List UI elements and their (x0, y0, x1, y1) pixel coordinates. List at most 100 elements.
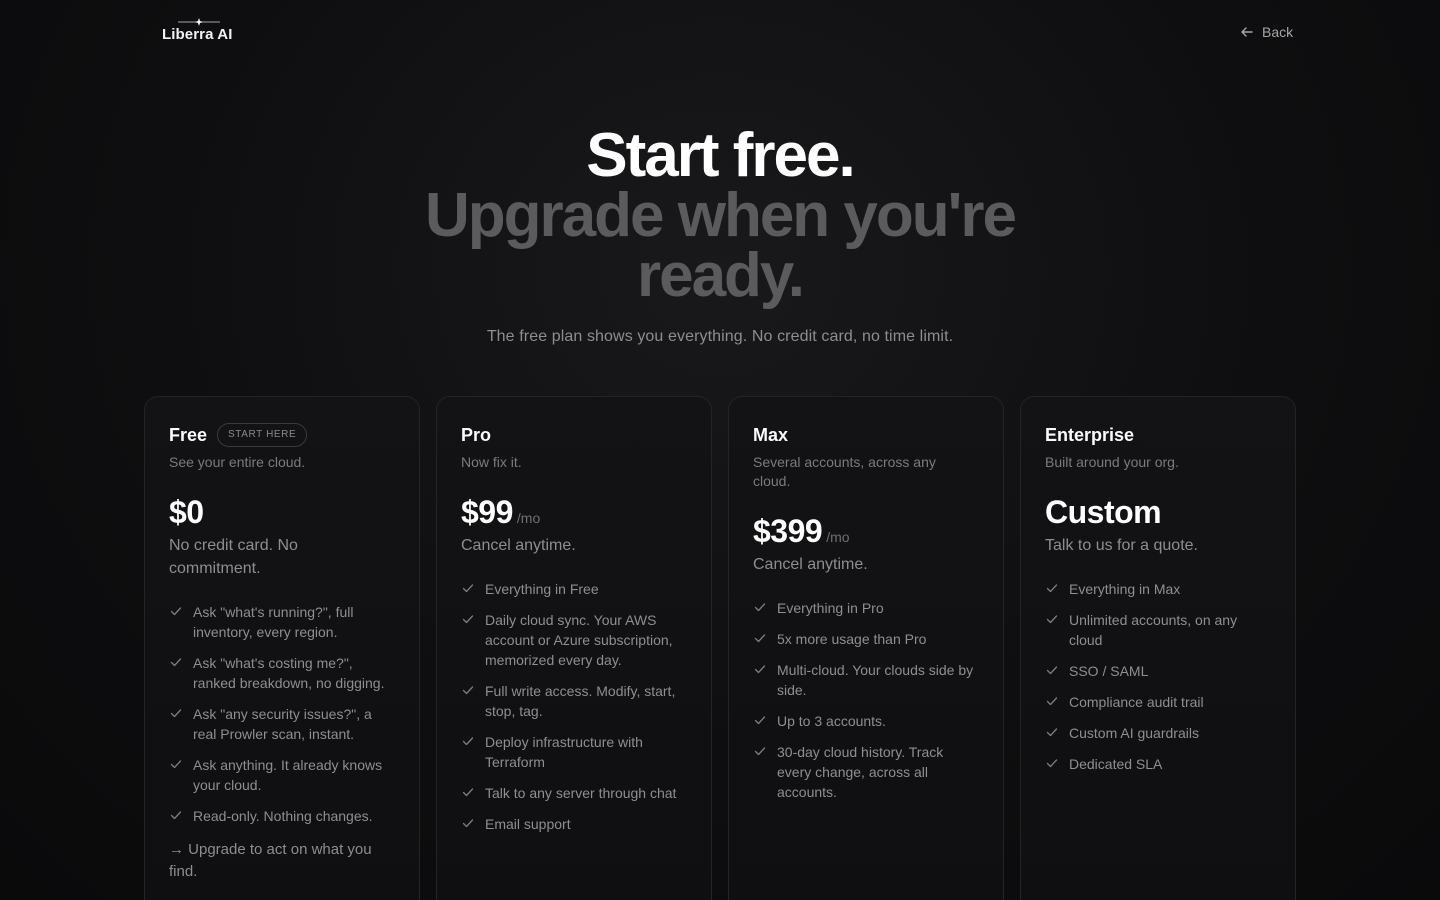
upgrade-note: → Upgrade to act on what you find. (169, 841, 372, 880)
plan-description: Built around your org. (1045, 454, 1179, 470)
title-line-2: Upgrade when you're ready. (425, 181, 1017, 310)
page-title: Start free. Upgrade when you're ready. (0, 121, 1440, 310)
check-icon (754, 634, 766, 643)
feature-text: Multi-cloud. Your clouds side by side. (777, 662, 974, 698)
check-icon (462, 686, 474, 695)
brand-logo[interactable]: Liberra AI (162, 18, 242, 44)
feature-item: Up to 3 accounts. (753, 711, 979, 731)
price-period: /mo (516, 510, 541, 526)
feature-text: Ask "what's running?", full inventory, e… (193, 604, 354, 640)
feature-list: Everything in Free Daily cloud sync. Your… (461, 579, 687, 834)
feature-item: Deploy infrastructure with Terraform (461, 732, 687, 772)
feature-text: Everything in Pro (777, 600, 884, 616)
feature-item: Ask anything. It already knows your clou… (169, 755, 395, 795)
check-icon (1046, 584, 1058, 593)
plan-card-pro[interactable]: Pro Now fix it. $99 /mo Cancel anytime. … (436, 396, 712, 900)
feature-item: Multi-cloud. Your clouds side by side. (753, 660, 979, 700)
price-note: Cancel anytime. (753, 556, 868, 573)
plan-price: $0 (169, 494, 204, 530)
plan-card-enterprise[interactable]: Enterprise Built around your org. Custom… (1020, 396, 1296, 900)
check-icon (170, 709, 182, 718)
feature-text: Everything in Max (1069, 581, 1181, 597)
back-button[interactable]: Back (1240, 22, 1293, 42)
logo-star-icon (178, 18, 220, 26)
check-icon (462, 737, 474, 746)
price-note: Cancel anytime. (461, 537, 576, 554)
check-icon (462, 584, 474, 593)
feature-item: Everything in Max (1045, 579, 1271, 599)
feature-item: Email support (461, 814, 687, 834)
plan-name: Max (753, 424, 789, 445)
plan-price: Custom (1045, 494, 1162, 530)
hero: Start free. Upgrade when you're ready. T… (0, 121, 1440, 346)
plan-description: Several accounts, across any cloud. (753, 454, 936, 489)
check-icon (1046, 666, 1058, 675)
plan-price: $99 (461, 494, 513, 530)
hero-subtitle: The free plan shows you everything. No c… (486, 328, 954, 345)
feature-text: 5x more usage than Pro (777, 631, 927, 647)
feature-text: Up to 3 accounts. (777, 713, 886, 729)
check-icon (1046, 759, 1058, 768)
feature-item: Everything in Free (461, 579, 687, 599)
plan-name: Free (169, 424, 208, 445)
plan-card-free[interactable]: Free START HERE See your entire cloud. $… (144, 396, 420, 900)
feature-item: Ask "what's costing me?", ranked breakdo… (169, 653, 395, 693)
check-icon (170, 760, 182, 769)
plan-card-max[interactable]: Max Several accounts, across any cloud. … (728, 396, 1004, 900)
feature-text: Email support (485, 816, 571, 832)
feature-item: 30-day cloud history. Track every change… (753, 742, 979, 802)
feature-text: Daily cloud sync. Your AWS account or Az… (485, 612, 673, 668)
check-icon (462, 819, 474, 828)
brand-name: Liberra AI (162, 26, 233, 43)
feature-item: 5x more usage than Pro (753, 629, 979, 649)
check-icon (1046, 615, 1058, 624)
feature-list: Everything in Max Unlimited accounts, on … (1045, 579, 1271, 774)
check-icon (754, 716, 766, 725)
feature-text: Compliance audit trail (1069, 694, 1204, 710)
feature-item: Talk to any server through chat (461, 783, 687, 803)
top-bar: Liberra AI Back (0, 0, 1440, 64)
feature-text: Read-only. Nothing changes. (193, 808, 373, 824)
check-icon (754, 665, 766, 674)
feature-text: Deploy infrastructure with Terraform (485, 734, 643, 770)
feature-item: Unlimited accounts, on any cloud (1045, 610, 1271, 650)
back-label: Back (1262, 24, 1294, 40)
feature-text: 30-day cloud history. Track every change… (777, 744, 944, 800)
feature-text: Talk to any server through chat (485, 785, 677, 801)
feature-item: Dedicated SLA (1045, 754, 1271, 774)
feature-text: Full write access. Modify, start, stop, … (485, 683, 676, 719)
feature-text: Custom AI guardrails (1069, 725, 1199, 741)
check-icon (170, 658, 182, 667)
plan-description: See your entire cloud. (169, 454, 306, 470)
feature-item: Compliance audit trail (1045, 692, 1271, 712)
plan-name: Enterprise (1045, 424, 1135, 445)
price-note: No credit card. No commitment. (169, 537, 298, 577)
pricing-cards: Free START HERE See your entire cloud. $… (144, 396, 1296, 900)
plan-badge: START HERE (217, 423, 308, 447)
feature-text: Dedicated SLA (1069, 756, 1163, 772)
feature-item: Read-only. Nothing changes. (169, 806, 395, 826)
feature-text: Unlimited accounts, on any cloud (1069, 612, 1238, 648)
price-period: /mo (826, 529, 850, 545)
price-note: Talk to us for a quote. (1045, 537, 1198, 554)
plan-name: Pro (461, 424, 492, 445)
check-icon (462, 788, 474, 797)
feature-text: SSO / SAML (1069, 663, 1149, 679)
feature-text: Ask "what's costing me?", ranked breakdo… (193, 655, 385, 691)
feature-item: Custom AI guardrails (1045, 723, 1271, 743)
feature-text: Ask "any security issues?", a real Prowl… (193, 706, 372, 742)
feature-item: SSO / SAML (1045, 661, 1271, 681)
feature-list: Everything in Pro 5x more usage than Pro M… (753, 598, 979, 802)
feature-item: Everything in Pro (753, 598, 979, 618)
check-icon (170, 607, 182, 616)
check-icon (462, 615, 474, 624)
feature-list: Ask "what's running?", full inventory, e… (169, 602, 395, 826)
plan-description: Now fix it. (461, 454, 522, 470)
check-icon (754, 603, 766, 612)
arrow-left-icon (1241, 27, 1253, 37)
check-icon (170, 811, 182, 820)
check-icon (1046, 728, 1058, 737)
feature-item: Ask "what's running?", full inventory, e… (169, 602, 395, 642)
title-line-1: Start free. (586, 121, 855, 190)
feature-item: Ask "any security issues?", a real Prowl… (169, 704, 395, 744)
